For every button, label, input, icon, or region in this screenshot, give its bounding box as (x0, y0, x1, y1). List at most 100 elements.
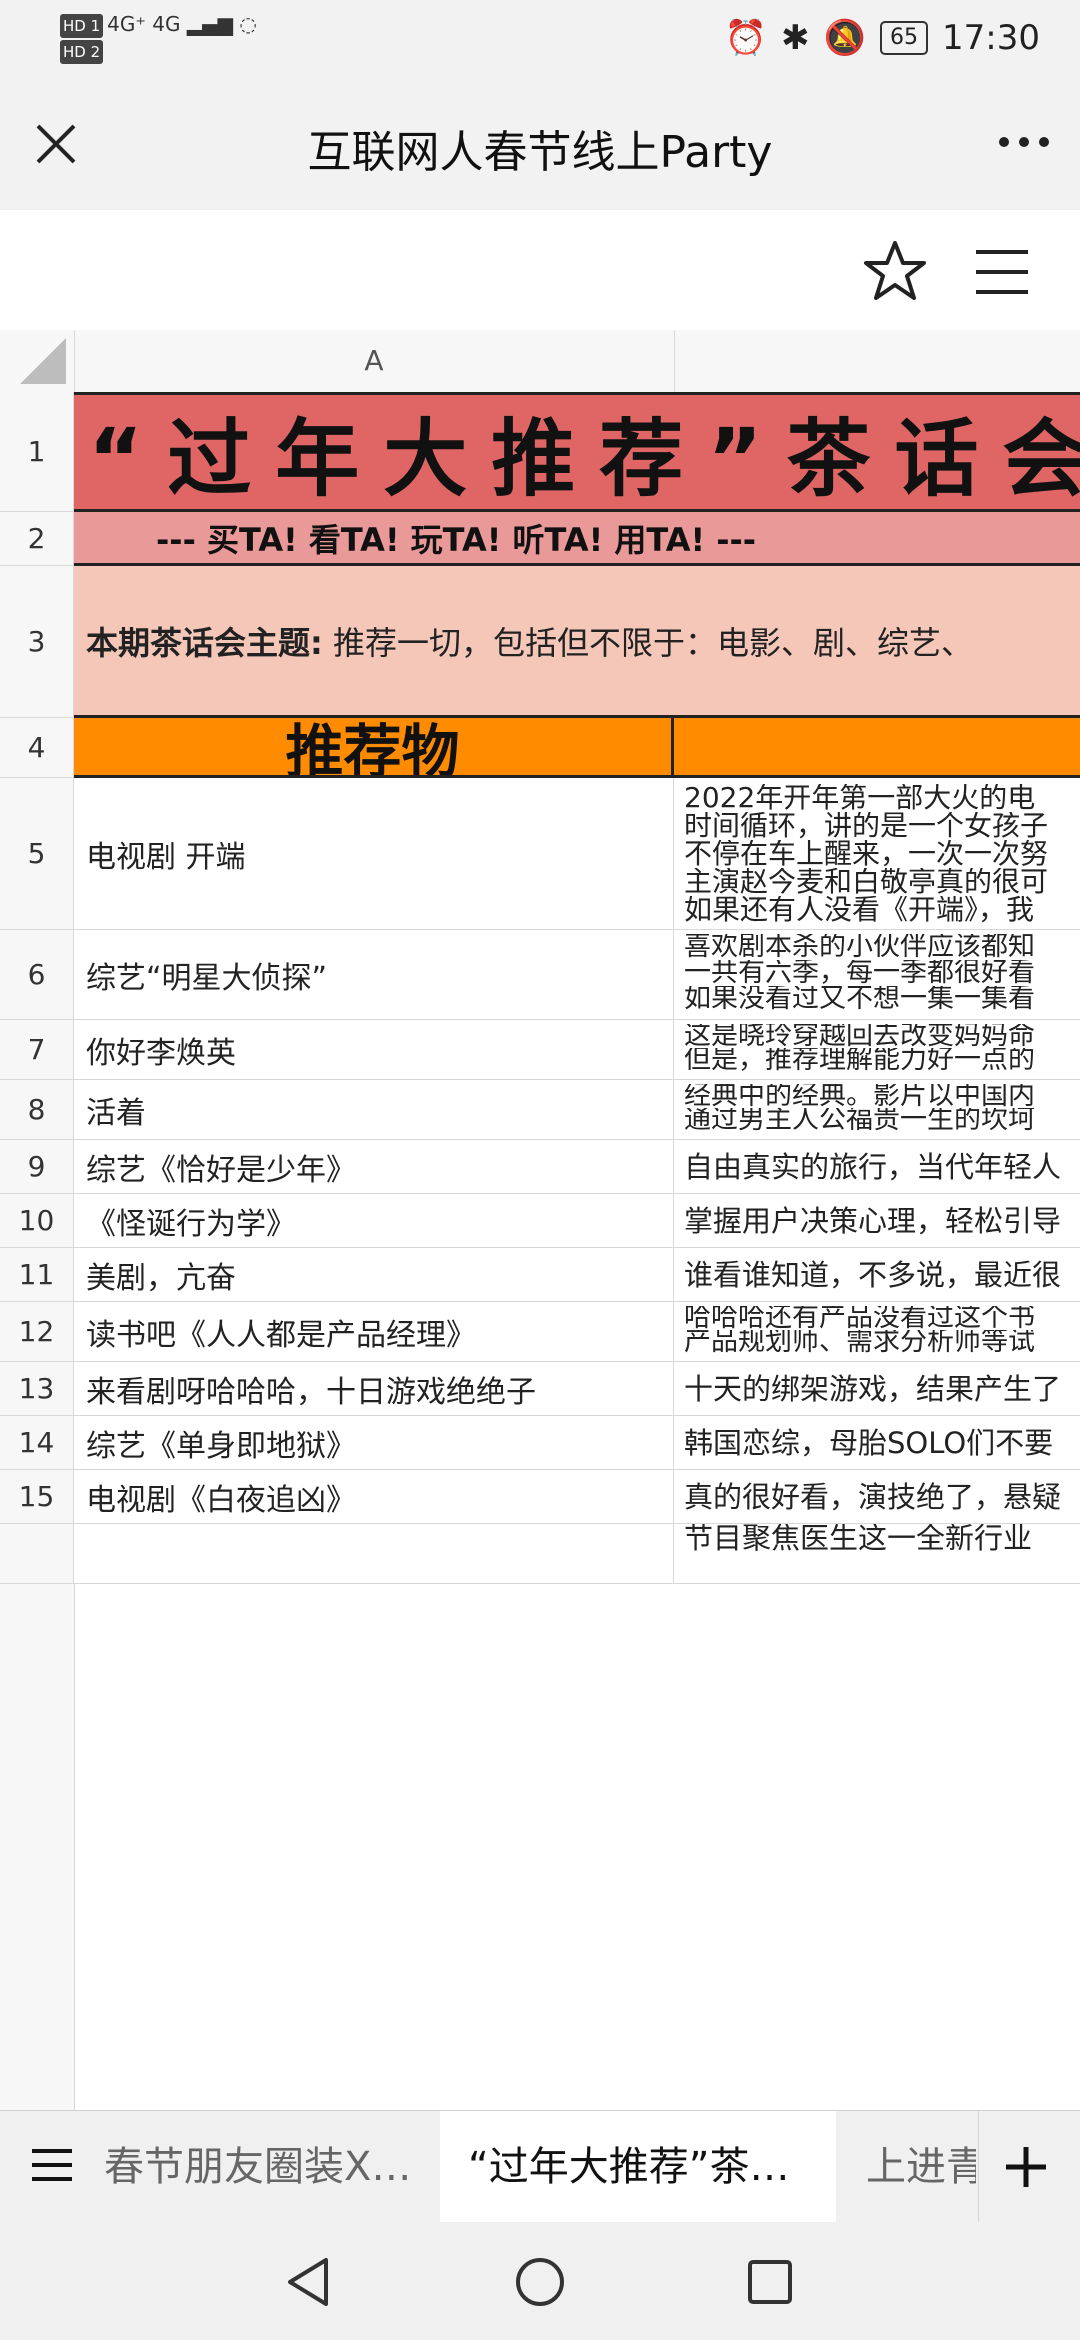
row-header-7[interactable]: 7 (0, 1020, 74, 1080)
desc-cell[interactable]: 节目聚焦医生这一全新行业 (674, 1524, 1080, 1584)
desc-cell[interactable]: 十天的绑架游戏，结果产生了 (674, 1362, 1080, 1416)
desc-line: 2022年开年第一部大火的电 (684, 784, 1036, 812)
status-left: HD 1 4G⁺ 4G ▂▄▆ ◌ HD 2 (60, 12, 257, 64)
desc-line: 喜欢剧本杀的小伙伴应该都知 (684, 934, 1035, 960)
desc-cell[interactable]: 真的很好看，演技绝了，悬疑 (674, 1470, 1080, 1524)
sheet-tab-bar: 春节朋友圈装X… “过年大推荐”茶… 上进青 (0, 2110, 1080, 2223)
desc-cell[interactable]: 2022年开年第一部大火的电 时间循环，讲的是一个女孩子 不停在车上醒来，一次一… (674, 778, 1080, 930)
row-header-filler (0, 1584, 75, 2110)
chat-bubble-icon: ◌ (239, 12, 257, 36)
header-item-cell[interactable]: 推荐物 (74, 718, 674, 778)
page-title: 互联网人春节线上Party (307, 127, 773, 178)
top-nav: 互联网人春节线上Party (0, 84, 1080, 210)
desc-line: 主演赵今麦和白敬亭真的很可 (684, 868, 1049, 896)
home-icon[interactable] (510, 2252, 570, 2312)
row-header-5[interactable]: 5 (0, 778, 74, 930)
desc-cell[interactable]: 哈哈哈还有产品没看过这个书 产品规划师、需求分析师等试 (674, 1302, 1080, 1362)
star-icon[interactable] (862, 238, 928, 304)
desc-cell[interactable]: 经典中的经典。影片以中国内 通过男主人公福贵一生的坎坷 (674, 1080, 1080, 1140)
network-indicator: 4G⁺ 4G (107, 12, 181, 36)
select-all-corner[interactable] (0, 330, 75, 392)
row-header-3[interactable]: 3 (0, 566, 74, 718)
desc-line: 如果没看过又不想一集一集看 (684, 986, 1035, 1012)
desc-cell[interactable]: 喜欢剧本杀的小伙伴应该都知 一共有六季，每一季都很好看 如果没看过又不想一集一集… (674, 930, 1080, 1020)
back-icon[interactable] (280, 2252, 340, 2312)
hd2-badge: HD 2 (60, 40, 104, 64)
hd1-badge: HD 1 (60, 14, 104, 38)
desc-line: 掌握用户决策心理，轻松引导 (684, 1203, 1062, 1238)
item-cell[interactable]: 综艺《单身即地狱》 (74, 1416, 674, 1470)
desc-line: 经典中的经典。影片以中国内 (684, 1084, 1035, 1108)
row-header-2[interactable]: 2 (0, 512, 74, 566)
corner-triangle-icon (20, 338, 66, 384)
recents-icon[interactable] (740, 2252, 800, 2312)
desc-line: 这是晓玲穿越回去改变妈妈命 (684, 1024, 1035, 1048)
item-cell[interactable]: 活着 (74, 1080, 674, 1140)
theme-label: 本期茶话会主题: (86, 623, 323, 662)
add-sheet-icon[interactable] (996, 2137, 1056, 2197)
row-header-9[interactable]: 9 (0, 1140, 74, 1194)
tab-separator (978, 2111, 979, 2223)
desc-line: 如果还有人没看《开端》，我 (684, 896, 1035, 924)
desc-cell[interactable]: 这是晓玲穿越回去改变妈妈命 但是，推荐理解能力好一点的 (674, 1020, 1080, 1080)
desc-line: 时间循环，讲的是一个女孩子 (684, 812, 1049, 840)
row-header-16[interactable] (0, 1524, 74, 1584)
alarm-icon: ⏰ (724, 18, 768, 58)
desc-line: 但是，推荐理解能力好一点的 (684, 1048, 1035, 1072)
menu-icon[interactable] (972, 244, 1032, 300)
desc-line: 不停在车上醒来，一次一次努 (684, 840, 1049, 868)
desc-cell[interactable]: 谁看谁知道，不多说，最近很 (674, 1248, 1080, 1302)
item-cell[interactable]: 《怪诞行为学》 (74, 1194, 674, 1248)
desc-line: 谁看谁知道，不多说，最近很 (684, 1257, 1062, 1292)
item-cell[interactable]: 读书吧《人人都是产品经理》 (74, 1302, 674, 1362)
desc-line: 自由真实的旅行，当代年轻人 (684, 1149, 1062, 1184)
row-header-8[interactable]: 8 (0, 1080, 74, 1140)
item-cell[interactable]: 电视剧 开端 (74, 778, 674, 930)
signal-icon: ▂▄▆ (186, 12, 234, 36)
sheet-list-icon[interactable] (30, 2143, 74, 2187)
column-header-a[interactable]: A (74, 330, 675, 392)
row-header-6[interactable]: 6 (0, 930, 74, 1020)
row-header-1[interactable]: 1 (0, 392, 74, 512)
row-header-12[interactable]: 12 (0, 1302, 74, 1362)
row-header-13[interactable]: 13 (0, 1362, 74, 1416)
row-header-11[interactable]: 11 (0, 1248, 74, 1302)
desc-cell[interactable]: 自由真实的旅行，当代年轻人 (674, 1140, 1080, 1194)
desc-line: 节目聚焦医生这一全新行业 (684, 1524, 1033, 1552)
item-cell[interactable]: 综艺“明星大侦探” (74, 930, 674, 1020)
desc-line: 韩国恋综，母胎SOLO们不要 (684, 1425, 1054, 1460)
status-bar: HD 1 4G⁺ 4G ▂▄▆ ◌ HD 2 ⏰ ✱ 🔕 65 17:30 (0, 0, 1080, 84)
item-cell[interactable] (74, 1524, 674, 1584)
row-header-4[interactable]: 4 (0, 718, 74, 778)
desc-line: 通过男主人公福贵一生的坎坷 (684, 1108, 1035, 1132)
desc-line: 一共有六季，每一季都很好看 (684, 960, 1035, 986)
banner-subtitle-cell[interactable]: --- 买TA! 看TA! 玩TA! 听TA! 用TA! --- (74, 512, 1080, 566)
header-desc-cell[interactable] (674, 718, 1080, 778)
spreadsheet-grid[interactable]: A 1 “过年大推荐”茶话会 2 --- 买TA! 看TA! 玩TA! 听TA!… (0, 330, 1080, 2110)
item-cell[interactable]: 综艺《恰好是少年》 (74, 1140, 674, 1194)
mute-icon: 🔕 (823, 18, 867, 58)
more-options-icon[interactable] (994, 112, 1054, 172)
row-header-14[interactable]: 14 (0, 1416, 74, 1470)
row-header-10[interactable]: 10 (0, 1194, 74, 1248)
desc-line: 十天的绑架游戏，结果产生了 (684, 1371, 1062, 1406)
item-cell[interactable]: 你好李焕英 (74, 1020, 674, 1080)
sheet-tab-1[interactable]: 春节朋友圈装X… (104, 2111, 434, 2223)
column-header-bar: A (0, 330, 1080, 393)
theme-text: 推荐一切，包括但不限于：电影、剧、综艺、 (332, 623, 973, 662)
desc-cell[interactable]: 掌握用户决策心理，轻松引导 (674, 1194, 1080, 1248)
banner-title-cell[interactable]: “过年大推荐”茶话会 (74, 392, 1080, 512)
sheet-tab-3[interactable]: 上进青 (866, 2111, 976, 2223)
bluetooth-icon: ✱ (781, 18, 810, 58)
desc-line: 产品规划师、需求分析师等试 (684, 1330, 1035, 1354)
theme-cell[interactable]: 本期茶话会主题: 推荐一切，包括但不限于：电影、剧、综艺、 (74, 566, 1080, 718)
item-cell[interactable]: 电视剧《白夜追凶》 (74, 1470, 674, 1524)
desc-line: 哈哈哈还有产品没看过这个书 (684, 1306, 1035, 1330)
sheet-tab-2-active[interactable]: “过年大推荐”茶… (440, 2111, 836, 2223)
desc-cell[interactable]: 韩国恋综，母胎SOLO们不要 (674, 1416, 1080, 1470)
doc-toolbar (0, 210, 1080, 330)
item-cell[interactable]: 来看剧呀哈哈哈，十日游戏绝绝子 (74, 1362, 674, 1416)
system-nav-bar (0, 2222, 1080, 2340)
item-cell[interactable]: 美剧，亢奋 (74, 1248, 674, 1302)
row-header-15[interactable]: 15 (0, 1470, 74, 1524)
